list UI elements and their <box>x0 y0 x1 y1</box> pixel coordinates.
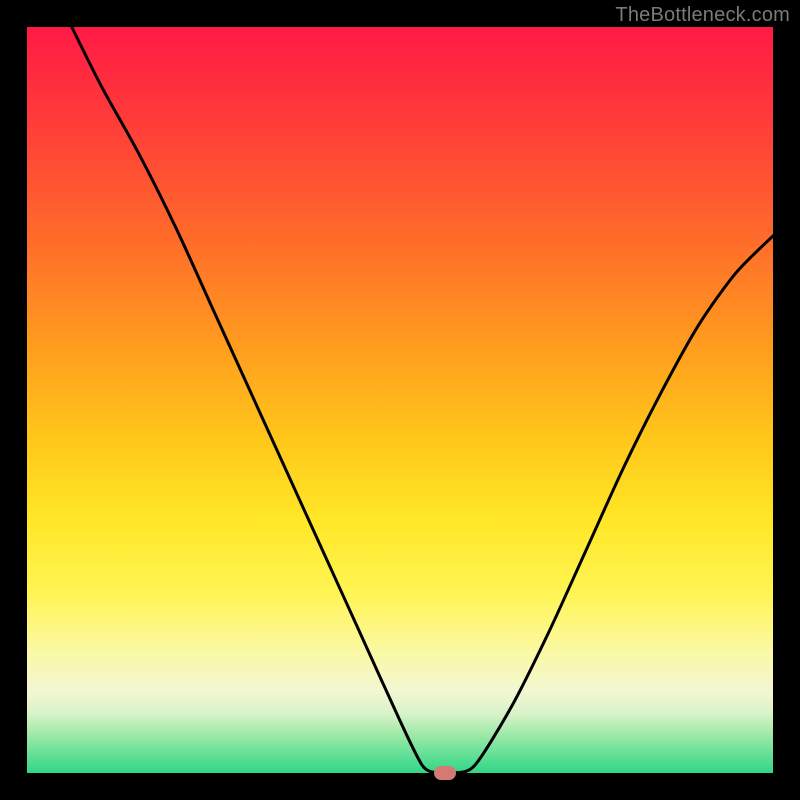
watermark-text: TheBottleneck.com <box>615 4 790 27</box>
bottleneck-curve <box>27 27 773 773</box>
plot-area <box>27 27 773 773</box>
chart-frame: TheBottleneck.com <box>0 0 800 800</box>
minimum-marker <box>434 766 456 780</box>
